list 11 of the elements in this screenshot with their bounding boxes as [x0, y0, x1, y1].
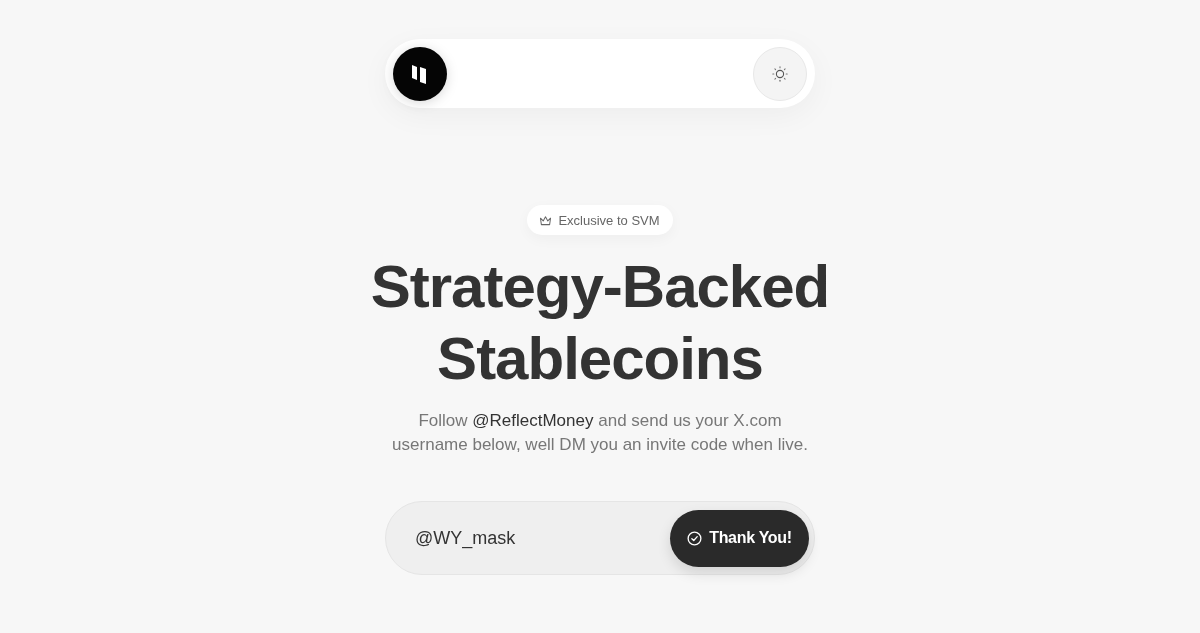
subtitle-text: Follow @ReflectMoney and send us your X.com username below, well DM you an invite code when live. [391, 410, 809, 456]
theme-toggle-button[interactable] [753, 46, 807, 101]
thank-you-button[interactable]: Thank You! [670, 509, 809, 567]
sun-icon [772, 65, 788, 82]
mention-link[interactable]: @ReflectMoney [472, 411, 594, 430]
headline: Strategy-Backed Stablecoins [369, 252, 831, 394]
check-circle-icon [687, 530, 703, 546]
username-field[interactable]: @WY_mask [415, 523, 670, 553]
crown-icon [539, 214, 553, 226]
badge-label: Exclusive to SVM [558, 212, 660, 228]
logo-icon[interactable] [393, 46, 447, 101]
